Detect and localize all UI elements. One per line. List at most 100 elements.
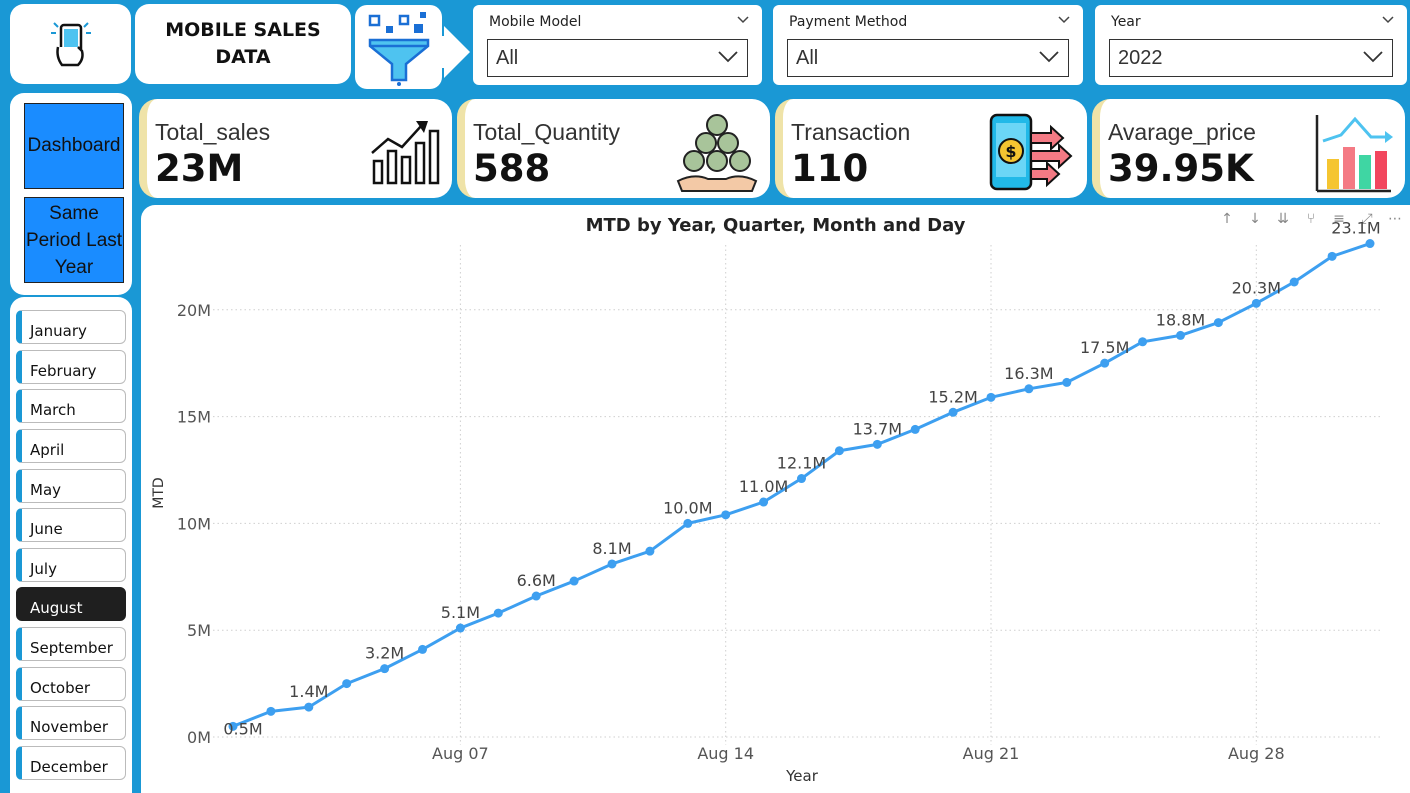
data-label: 17.5M — [1080, 338, 1129, 357]
data-label: 5.1M — [441, 603, 480, 622]
growth-chart-icon — [371, 121, 440, 185]
payment-method-dropdown[interactable]: All — [787, 39, 1069, 77]
data-label: 11.0M — [739, 477, 788, 496]
data-point — [1024, 384, 1034, 394]
funnel-icon — [368, 12, 429, 86]
data-label: 8.1M — [592, 539, 631, 558]
phone-payment-icon: $ — [989, 113, 1073, 191]
data-label: 16.3M — [1004, 364, 1053, 383]
kpi-label: Avarage_price — [1108, 119, 1256, 145]
y-tick-label: 15M — [177, 408, 211, 427]
dashboard-title: MOBILE SALES DATA — [135, 4, 351, 84]
dropdown-value: 2022 — [1118, 46, 1163, 69]
same-period-last-year-button[interactable]: Same Period Last Year — [24, 197, 124, 283]
data-point — [759, 497, 769, 507]
month-december[interactable]: December — [16, 746, 126, 780]
data-label: 18.8M — [1156, 310, 1205, 329]
month-march[interactable]: March — [16, 389, 126, 423]
month-june[interactable]: June — [16, 508, 126, 542]
data-label: 12.1M — [777, 454, 826, 473]
data-point — [266, 706, 276, 716]
x-axis-title: Year — [785, 767, 819, 785]
slicer-payment-method[interactable]: Payment Method All — [773, 5, 1083, 85]
data-point — [1365, 239, 1375, 249]
kpi-label: Total_Quantity — [473, 119, 621, 145]
data-label: 13.7M — [853, 419, 902, 438]
title-line-1: MOBILE SALES — [165, 19, 321, 41]
dropdown-value: All — [496, 46, 519, 69]
month-october[interactable]: October — [16, 667, 126, 701]
data-point — [645, 546, 655, 556]
slicer-label: Mobile Model — [489, 14, 582, 30]
slicer-mobile-model[interactable]: Mobile Model All — [473, 5, 762, 85]
chevron-down-icon[interactable] — [1381, 13, 1395, 27]
data-label: 6.6M — [517, 571, 556, 590]
arrow-right-icon — [444, 26, 470, 78]
kpi-value: 39.95K — [1108, 147, 1254, 190]
data-point — [797, 474, 806, 484]
chevron-down-icon[interactable] — [736, 13, 750, 27]
month-november[interactable]: November — [16, 706, 126, 740]
slicer-label: Year — [1111, 14, 1141, 30]
kpi-average-price: Avarage_price 39.95K — [1092, 99, 1405, 198]
month-april[interactable]: April — [16, 429, 126, 463]
data-label: 10.0M — [663, 498, 712, 517]
month-september[interactable]: September — [16, 627, 126, 661]
dropdown-value: All — [796, 46, 819, 69]
slicer-label: Payment Method — [789, 14, 908, 30]
data-point — [1289, 277, 1299, 287]
logo-card — [10, 4, 131, 84]
kpi-label: Transaction — [791, 119, 911, 145]
data-label: 20.3M — [1232, 278, 1281, 297]
data-point — [607, 559, 617, 569]
chevron-down-icon — [718, 51, 738, 63]
filter-icon-card — [355, 5, 442, 89]
month-slicer: January February March April May June Ju… — [10, 297, 132, 793]
dashboard-button[interactable]: Dashboard — [24, 103, 124, 189]
data-label: 15.2M — [928, 387, 977, 406]
data-point — [418, 644, 427, 654]
month-july[interactable]: July — [16, 548, 126, 582]
data-point — [1251, 298, 1261, 308]
data-point — [986, 392, 996, 402]
title-line-2: DATA — [215, 46, 271, 68]
data-point — [721, 510, 731, 520]
mtd-line-chart: 0M 5M 10M 15M 20M Aug 07 Aug 14 Aug 21 Aug 28 Yea… — [151, 219, 1381, 785]
slicer-year[interactable]: Year 2022 — [1095, 5, 1407, 85]
y-axis-title: MTD — [151, 477, 167, 508]
svg-text:$: $ — [1005, 142, 1016, 161]
data-point — [455, 623, 465, 633]
y-tick-label: 5M — [187, 621, 211, 640]
navigation-panel: Dashboard Same Period Last Year — [10, 93, 132, 295]
data-label: 1.4M — [289, 682, 328, 701]
kpi-total-sales: Total_sales 23M — [139, 99, 452, 198]
data-point — [872, 439, 882, 449]
data-label: 23.1M — [1331, 219, 1380, 238]
kpi-value: 110 — [791, 147, 869, 190]
x-tick-label: Aug 07 — [432, 744, 489, 763]
chevron-down-icon — [1039, 51, 1059, 63]
data-point — [380, 664, 390, 674]
month-august[interactable]: August — [16, 587, 126, 621]
coins-hand-icon — [676, 114, 758, 192]
chevron-down-icon[interactable] — [1057, 13, 1071, 27]
data-point — [304, 702, 314, 712]
phone-hand-icon — [50, 22, 91, 67]
mobile-model-dropdown[interactable]: All — [487, 39, 748, 77]
data-point — [948, 407, 958, 417]
data-label: 3.2M — [365, 644, 404, 663]
data-point — [683, 518, 693, 528]
month-february[interactable]: February — [16, 350, 126, 384]
y-tick-label: 10M — [177, 514, 211, 533]
y-tick-label: 0M — [187, 728, 211, 747]
data-point — [1138, 337, 1148, 347]
data-label: 0.5M — [223, 719, 262, 738]
data-point — [1100, 358, 1110, 368]
year-dropdown[interactable]: 2022 — [1109, 39, 1393, 77]
x-tick-label: Aug 28 — [1228, 744, 1285, 763]
month-january[interactable]: January — [16, 310, 126, 344]
kpi-total-quantity: Total_Quantity 588 — [457, 99, 770, 198]
month-may[interactable]: May — [16, 469, 126, 503]
chevron-down-icon — [1363, 51, 1383, 63]
mtd-line-chart-card: MTD by Year, Quarter, Month and Day ↑ ↓ … — [141, 205, 1410, 793]
